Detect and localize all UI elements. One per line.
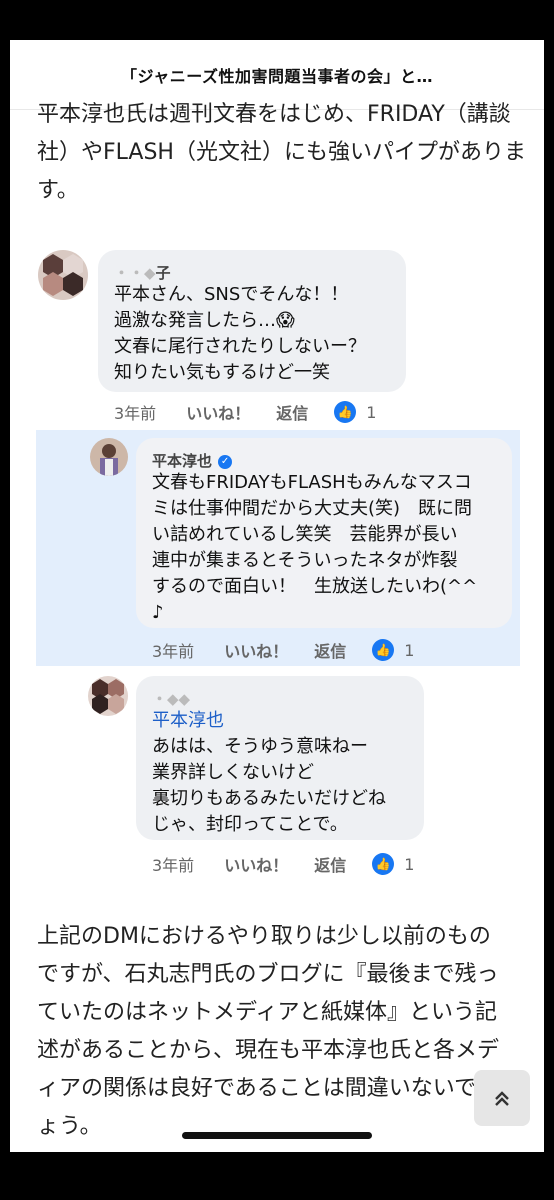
- comment-time: 3年前: [152, 642, 195, 661]
- avatar[interactable]: [38, 250, 88, 300]
- thumbs-up-icon: 👍: [372, 639, 395, 661]
- comment-time: 3年前: [152, 856, 195, 875]
- home-indicator: [182, 1132, 372, 1139]
- comment-line: い詰めれているし笑笑 芸能界が長い: [152, 524, 458, 545]
- comment-meta: 3年前 いいね！ 返信 👍 1: [152, 638, 414, 662]
- comment-meta: 3年前 いいね！ 返信 👍 1: [152, 852, 414, 876]
- comment-line: するので面白い！ 生放送したいわ(^^: [152, 576, 478, 597]
- scroll-top-button[interactable]: [474, 1070, 530, 1126]
- comment-line: ♪: [152, 602, 164, 623]
- comment-line: あはは、そうゆう意味ねー: [152, 736, 368, 757]
- article-intro: 平本淳也氏は週刊文春をはじめ、FRIDAY（講談社）やFLASH（光文社）にも強…: [37, 102, 526, 203]
- avatar[interactable]: [88, 676, 128, 716]
- comment-line: 知りたい気もするけど一笑: [114, 362, 330, 383]
- like-link[interactable]: いいね！: [224, 638, 288, 662]
- comment-line: 過激な発言したら…😱: [114, 310, 295, 331]
- comment-line: ミは仕事仲間だから大丈夫(笑) 既に問: [152, 498, 473, 519]
- reply-link[interactable]: 返信: [276, 400, 308, 424]
- comment-line: 文春に尾行されたりしないー？: [114, 336, 366, 357]
- like-count: 1: [404, 640, 415, 660]
- comment-bubble: ・・◆子 平本さん、SNSでそんな！！ 過激な発言したら…😱 文春に尾行されたり…: [98, 250, 406, 392]
- comment-time: 3年前: [114, 404, 157, 423]
- chevrons-up-icon: [495, 1091, 509, 1106]
- like-link[interactable]: いいね！: [186, 400, 250, 424]
- like-count: 1: [404, 854, 415, 874]
- comment-line: 文春もFRIDAYもFLASHもみんなマスコ: [152, 472, 472, 493]
- comment-line: 業界詳しくないけど: [152, 762, 314, 783]
- article-outro: 上記のDMにおけるやり取りは少し以前のものですが、石丸志門氏のブログに『最後まで…: [37, 924, 500, 1139]
- comment-bubble: ・◆◆ 平本淳也 あはは、そうゆう意味ねー 業界詳しくないけど 裏切りもあるみた…: [136, 676, 424, 840]
- comment-line: じゃ、封印ってことで。: [152, 814, 348, 835]
- comment-line: 裏切りもあるみたいだけどね: [152, 788, 386, 809]
- reply-link[interactable]: 返信: [314, 638, 346, 662]
- like-link[interactable]: いいね！: [224, 852, 288, 876]
- thumbs-up-icon: 👍: [372, 853, 395, 875]
- avatar[interactable]: [90, 438, 128, 476]
- commenter-name[interactable]: ・・◆子: [114, 262, 390, 282]
- commenter-name[interactable]: 平本淳也 ✓: [152, 450, 496, 470]
- comment-bubble: 平本淳也 ✓ 文春もFRIDAYもFLASHもみんなマスコ ミは仕事仲間だから大丈…: [136, 438, 512, 628]
- like-count: 1: [366, 402, 377, 422]
- header-title: 「ジャニーズ性加害問題当事者の会」と…: [121, 66, 433, 86]
- commenter-name[interactable]: ・◆◆: [152, 688, 408, 708]
- comment-meta: 3年前 いいね！ 返信 👍 1: [114, 400, 376, 424]
- comment-line: 連中が集まるとそういったネタが炸裂: [152, 550, 458, 571]
- comment-line: 平本さん、SNSでそんな！！: [114, 284, 349, 305]
- article-page: 「ジャニーズ性加害問題当事者の会」と… 平本淳也氏は週刊文春をはじめ、FRIDA…: [10, 40, 544, 1152]
- thumbs-up-icon: 👍: [334, 401, 357, 423]
- mention-link[interactable]: 平本淳也: [152, 708, 408, 734]
- reply-link[interactable]: 返信: [314, 852, 346, 876]
- verified-badge-icon: ✓: [218, 454, 233, 469]
